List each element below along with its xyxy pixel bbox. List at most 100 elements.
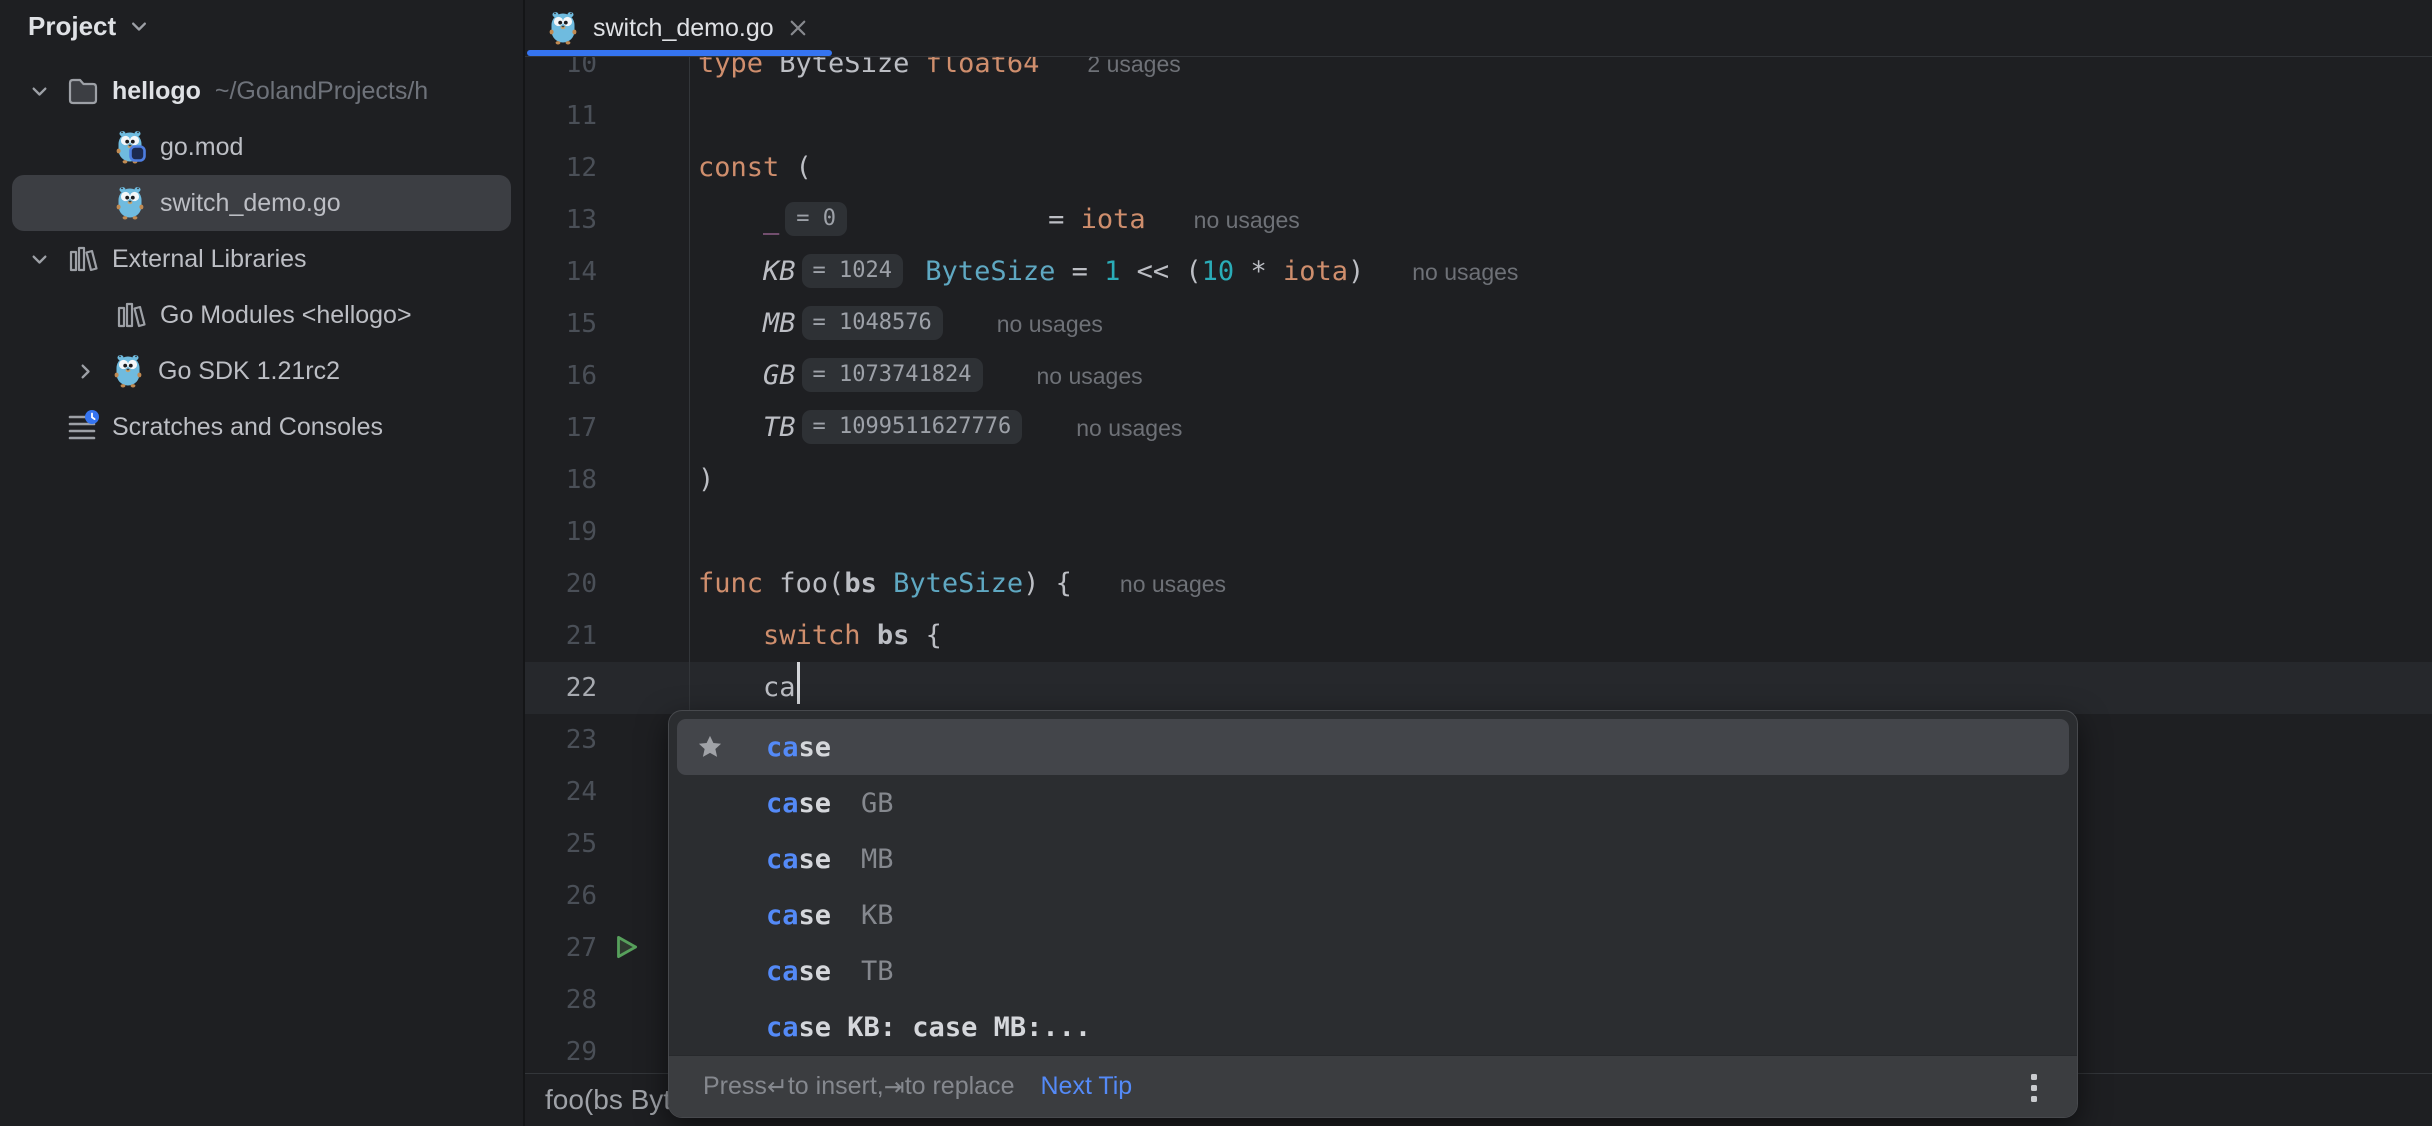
line-number: 21 bbox=[525, 621, 689, 651]
line-number: 13 bbox=[525, 205, 689, 235]
code-line[interactable]: 18 ) bbox=[525, 454, 2432, 506]
gopher-icon bbox=[547, 11, 579, 45]
active-tab-underline bbox=[527, 50, 832, 56]
ide-window: Project hellogo ~/GolandProjects/h go.mo… bbox=[0, 0, 2432, 1126]
line-number: 18 bbox=[525, 465, 689, 495]
code-line[interactable]: 16 GB= 1073741824no usages bbox=[525, 350, 2432, 402]
code-line-text: func foo(bs ByteSize) {no usages bbox=[689, 558, 2432, 610]
completion-item[interactable]: case TB bbox=[677, 943, 2069, 999]
chevron-down-icon bbox=[130, 19, 148, 33]
code-line[interactable]: 15 MB= 1048576no usages bbox=[525, 298, 2432, 350]
line-number: 24 bbox=[525, 777, 689, 807]
tab-label: switch_demo.go bbox=[593, 14, 774, 43]
code-line[interactable]: 14 KB= 1024 ByteSize = 1 << (10 * iota)n… bbox=[525, 246, 2432, 298]
code-line[interactable]: 20 func foo(bs ByteSize) {no usages bbox=[525, 558, 2432, 610]
completion-list: case case GB case MB case KB case TB cas… bbox=[669, 711, 2077, 1055]
code-line-text: MB= 1048576no usages bbox=[689, 298, 2432, 350]
code-line-text: ca bbox=[689, 662, 2432, 714]
tab-switch-demo-go[interactable]: switch_demo.go bbox=[525, 0, 834, 56]
code-line-text: switch bs { bbox=[689, 610, 2432, 662]
tree-item-hellogo[interactable]: hellogo ~/GolandProjects/h bbox=[12, 63, 511, 119]
tree-item-label: Go Modules <hellogo> bbox=[160, 301, 412, 330]
usage-hint[interactable]: no usages bbox=[1037, 363, 1143, 389]
project-view-selector[interactable]: Project bbox=[0, 0, 523, 52]
line-number: 26 bbox=[525, 881, 689, 911]
tree-item-switch-demo-go[interactable]: switch_demo.go bbox=[12, 175, 511, 231]
usage-hint[interactable]: 2 usages bbox=[1087, 57, 1180, 77]
library-icon bbox=[66, 243, 102, 275]
code-line[interactable]: 10 type ByteSize float642 usages bbox=[525, 57, 2432, 90]
enter-key-icon: ↵ bbox=[767, 1072, 788, 1101]
code-line[interactable]: 19 bbox=[525, 506, 2432, 558]
code-line[interactable]: 13 _= 0 = iotano usages bbox=[525, 194, 2432, 246]
code-line-text: const ( bbox=[689, 142, 2432, 194]
code-line-text: _= 0 = iotano usages bbox=[689, 194, 2432, 246]
code-line[interactable]: 21 switch bs { bbox=[525, 610, 2432, 662]
usage-hint[interactable]: no usages bbox=[1076, 415, 1182, 441]
star-icon bbox=[693, 733, 727, 761]
line-number: 27 bbox=[525, 933, 689, 963]
next-tip-link[interactable]: Next Tip bbox=[1040, 1072, 1132, 1101]
project-view-title: Project bbox=[28, 11, 116, 42]
tree-item-external-libraries[interactable]: External Libraries bbox=[12, 231, 511, 287]
usage-hint[interactable]: no usages bbox=[1194, 207, 1300, 233]
editor-tab-bar: switch_demo.go bbox=[525, 0, 2432, 57]
code-line[interactable]: 12 const ( bbox=[525, 142, 2432, 194]
run-icon[interactable] bbox=[611, 932, 641, 962]
code-line-text: TB= 1099511627776no usages bbox=[689, 402, 2432, 454]
line-number: 15 bbox=[525, 309, 689, 339]
text-caret bbox=[797, 662, 800, 704]
kebab-menu-icon[interactable] bbox=[2031, 1074, 2037, 1102]
library-icon bbox=[114, 299, 150, 331]
completion-item-tail: GB bbox=[861, 788, 894, 819]
line-number: 10 bbox=[525, 57, 689, 79]
usage-hint[interactable]: no usages bbox=[997, 311, 1103, 337]
code-line-text bbox=[689, 506, 2432, 558]
footer-hint-press: Press bbox=[703, 1072, 767, 1101]
close-icon[interactable] bbox=[788, 18, 808, 38]
tree-item-go-sdk-1-21rc2[interactable]: Go SDK 1.21rc2 bbox=[12, 343, 511, 399]
usage-hint[interactable]: no usages bbox=[1412, 259, 1518, 285]
chevron-down-icon[interactable] bbox=[12, 252, 66, 266]
line-number: 16 bbox=[525, 361, 689, 391]
tree-item-go-mod[interactable]: go.mod bbox=[12, 119, 511, 175]
line-number: 22 bbox=[525, 673, 689, 703]
tree-item-label: Scratches and Consoles bbox=[112, 413, 383, 442]
completion-item-tail: TB bbox=[861, 956, 894, 987]
completion-item-text: case bbox=[766, 956, 831, 987]
completion-item[interactable]: case bbox=[677, 719, 2069, 775]
code-line[interactable]: 17 TB= 1099511627776no usages bbox=[525, 402, 2432, 454]
gopher-mod-icon bbox=[114, 130, 150, 164]
completion-item-text: case bbox=[766, 788, 831, 819]
completion-popup: case case GB case MB case KB case TB cas… bbox=[668, 710, 2078, 1118]
tree-item-label: hellogo bbox=[112, 77, 201, 106]
completion-item[interactable]: case MB bbox=[677, 831, 2069, 887]
line-number: 19 bbox=[525, 517, 689, 547]
gopher-icon bbox=[112, 354, 148, 388]
chevron-right-icon[interactable] bbox=[58, 363, 112, 380]
completion-item[interactable]: case KB: case MB:... bbox=[677, 999, 2069, 1055]
line-number: 29 bbox=[525, 1037, 689, 1067]
code-line[interactable]: 22 ca bbox=[525, 662, 2432, 714]
footer-hint-replace: to replace bbox=[905, 1072, 1015, 1101]
project-tool-window: Project hellogo ~/GolandProjects/h go.mo… bbox=[0, 0, 523, 1126]
tree-item-path: ~/GolandProjects/h bbox=[215, 77, 428, 106]
tree-item-go-modules-hellogo[interactable]: Go Modules <hellogo> bbox=[12, 287, 511, 343]
code-line-text: type ByteSize float642 usages bbox=[689, 57, 2432, 90]
line-number: 11 bbox=[525, 101, 689, 131]
code-line[interactable]: 11 bbox=[525, 90, 2432, 142]
tree-item-scratches-and-consoles[interactable]: Scratches and Consoles bbox=[12, 399, 511, 455]
scratches-icon bbox=[66, 410, 102, 444]
completion-item-tail: MB bbox=[861, 844, 894, 875]
completion-item[interactable]: case GB bbox=[677, 775, 2069, 831]
usage-hint[interactable]: no usages bbox=[1120, 571, 1226, 597]
tree-item-label: switch_demo.go bbox=[160, 189, 341, 218]
completion-item[interactable]: case KB bbox=[677, 887, 2069, 943]
code-line-text: ) bbox=[689, 454, 2432, 506]
completion-item-text: case KB: case MB:... bbox=[766, 1012, 1091, 1043]
completion-footer: Press ↵ to insert, ⇥ to replace Next Tip bbox=[669, 1055, 2077, 1117]
chevron-down-icon[interactable] bbox=[12, 84, 66, 98]
completion-item-text: case bbox=[766, 900, 831, 931]
completion-item-text: case bbox=[766, 844, 831, 875]
tree-item-label: External Libraries bbox=[112, 245, 307, 274]
